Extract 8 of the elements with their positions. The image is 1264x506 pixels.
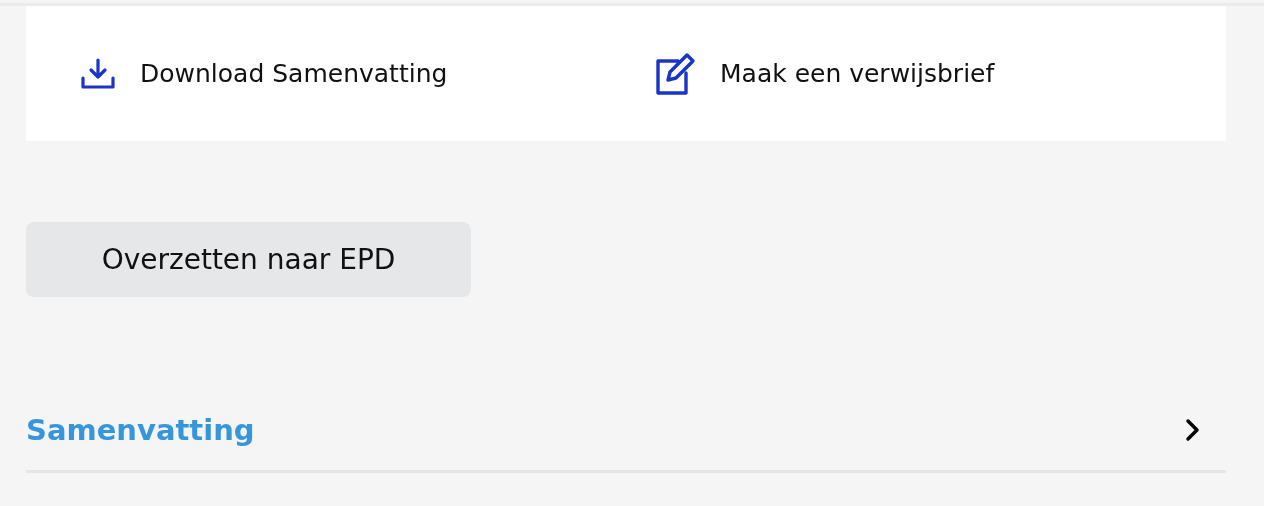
- edit-icon: [654, 51, 696, 96]
- action-label: Download Samenvatting: [140, 59, 448, 88]
- action-link[interactable]: Download Samenvatting: [80, 57, 654, 90]
- action-link[interactable]: Maak een verwijsbrief: [654, 51, 1226, 96]
- transfer-button[interactable]: Overzetten naar EPD: [26, 222, 471, 297]
- action-label: Maak een verwijsbrief: [720, 59, 995, 88]
- download-icon: [80, 57, 116, 90]
- section-title: Samenvatting: [26, 412, 255, 447]
